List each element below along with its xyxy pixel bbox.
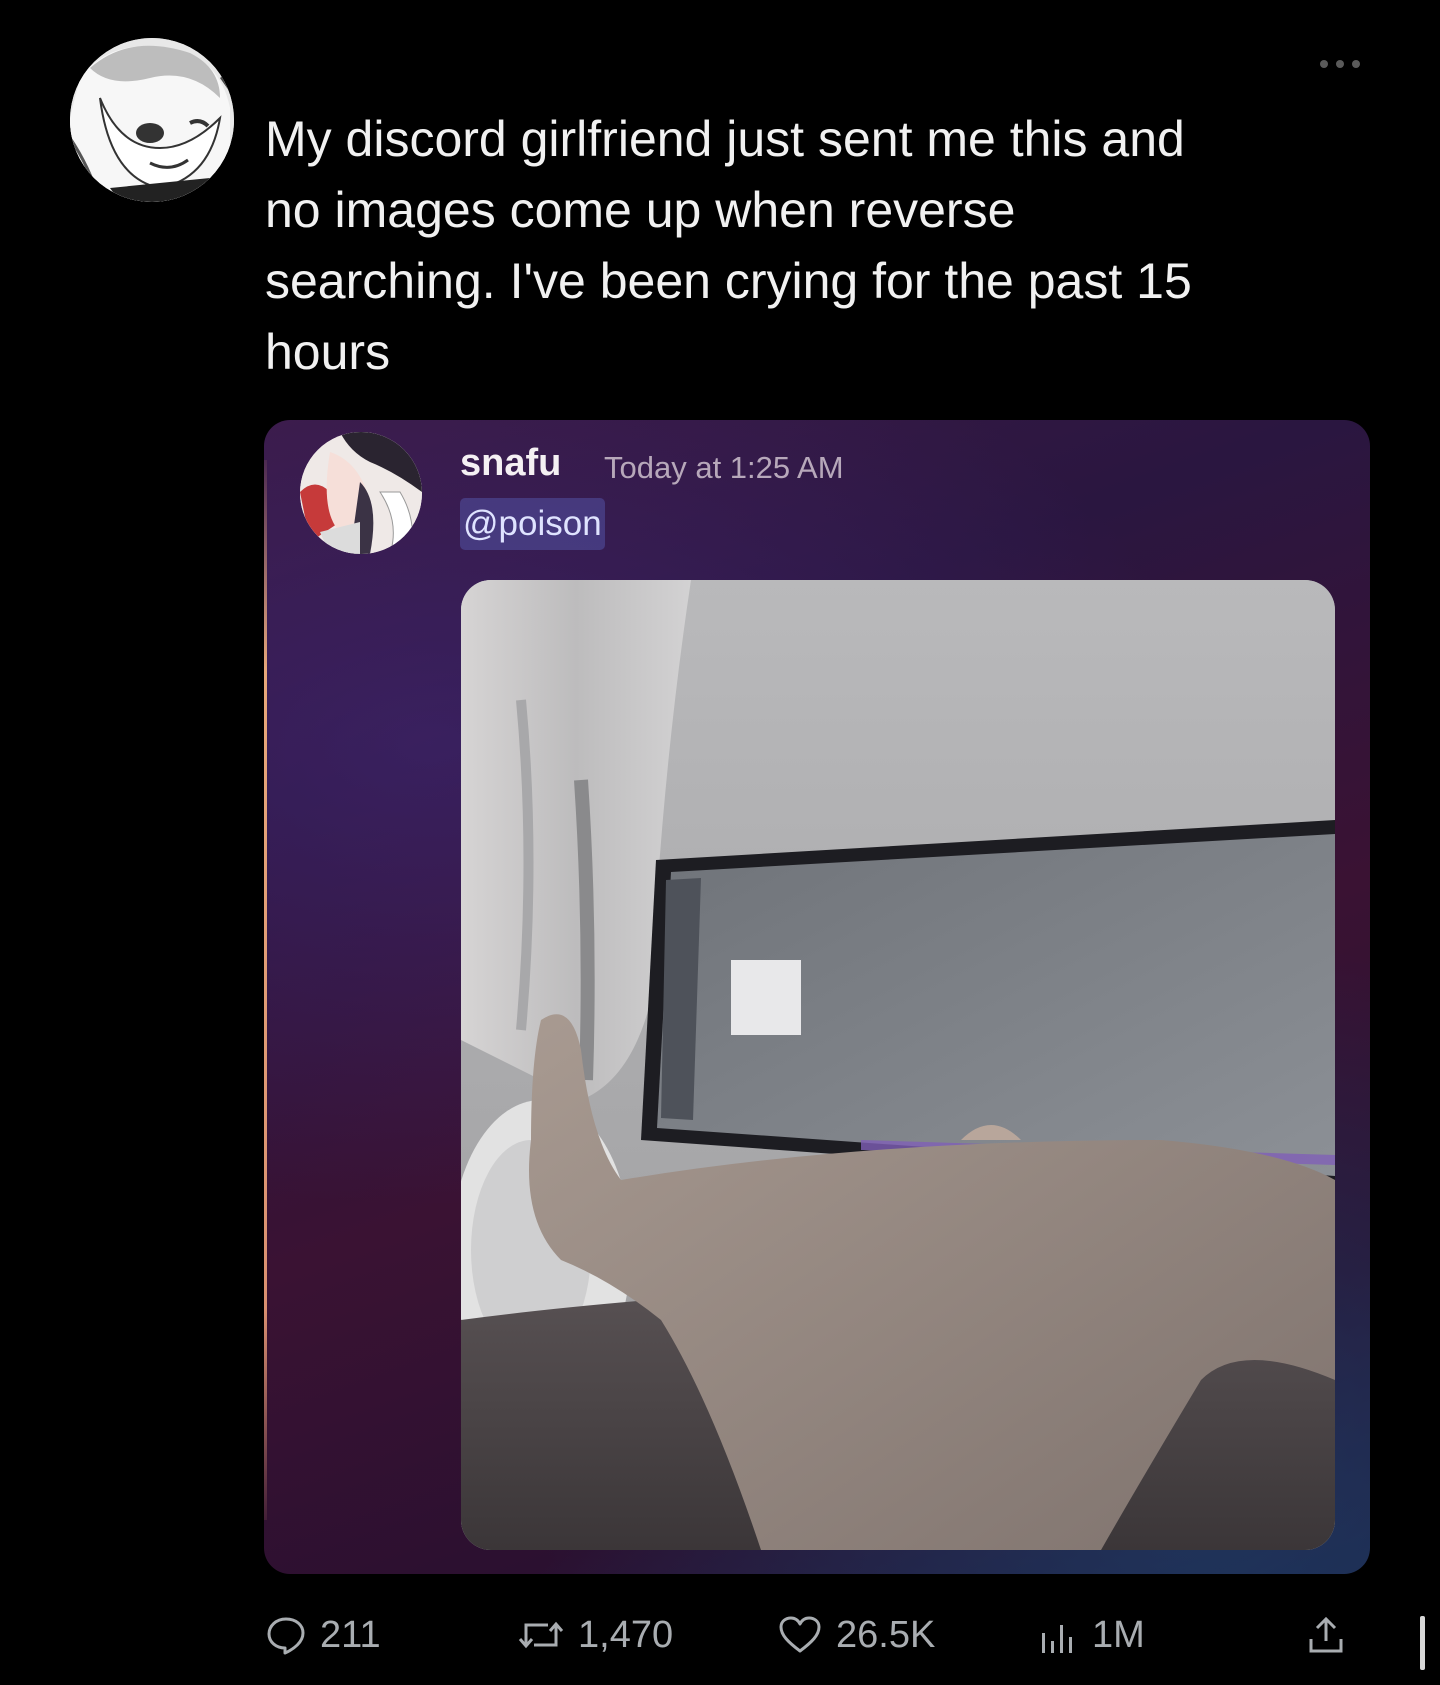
image-attachment[interactable] bbox=[461, 580, 1335, 1550]
like-button[interactable]: 26.5K bbox=[778, 1610, 935, 1660]
post-text: My discord girlfriend just sent me this … bbox=[265, 111, 1192, 380]
user-avatar[interactable] bbox=[70, 38, 234, 202]
discord-message-card: snafu Today at 1:25 AM @poison bbox=[264, 420, 1370, 1574]
user-mention[interactable]: @poison bbox=[460, 498, 605, 550]
discord-avatar[interactable] bbox=[300, 432, 422, 554]
view-count: 1M bbox=[1092, 1613, 1145, 1656]
share-button[interactable] bbox=[1306, 1610, 1346, 1660]
card-accent-bar bbox=[264, 460, 267, 1520]
discord-avatar-icon bbox=[300, 432, 422, 554]
share-icon bbox=[1309, 1616, 1343, 1653]
post-action-bar: 211 1,470 26.5K 1M bbox=[266, 1610, 1376, 1660]
reply-icon bbox=[267, 1617, 305, 1655]
views-button[interactable]: 1M bbox=[1038, 1610, 1145, 1660]
discord-username[interactable]: snafu bbox=[460, 442, 561, 485]
heart-icon bbox=[779, 1616, 821, 1653]
repost-icon bbox=[518, 1621, 564, 1649]
repost-count: 1,470 bbox=[578, 1613, 674, 1656]
like-count: 26.5K bbox=[836, 1613, 936, 1656]
scrollbar[interactable] bbox=[1420, 1616, 1425, 1670]
analytics-icon bbox=[1042, 1625, 1072, 1653]
attached-photo bbox=[461, 580, 1335, 1550]
more-options-icon[interactable] bbox=[1314, 52, 1366, 76]
reply-button[interactable]: 211 bbox=[266, 1610, 381, 1660]
repost-button[interactable]: 1,470 bbox=[518, 1610, 673, 1660]
message-timestamp: Today at 1:25 AM bbox=[604, 450, 844, 485]
anime-avatar-icon bbox=[70, 38, 234, 202]
reply-count: 211 bbox=[320, 1613, 381, 1656]
